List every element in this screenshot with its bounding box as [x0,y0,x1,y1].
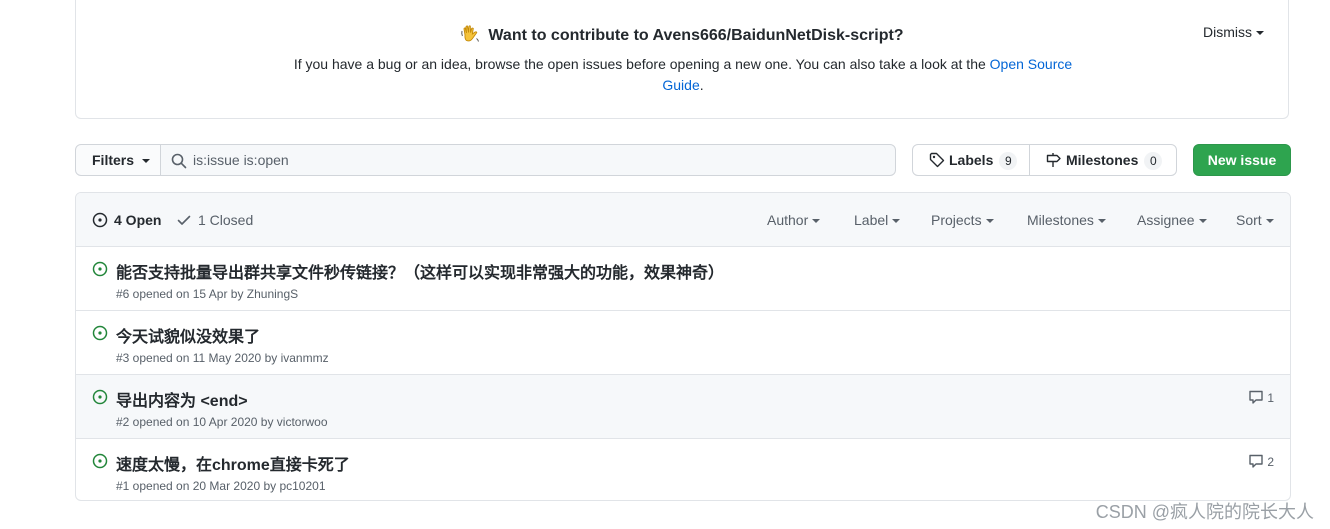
author-filter[interactable]: Author [767,212,821,228]
new-issue-button[interactable]: New issue [1193,144,1291,176]
issue-opened-icon [92,261,108,277]
comment-icon [1249,454,1264,468]
issues-list: 4 Open 1 Closed Author Label Projects Mi… [75,192,1291,501]
dismiss-label: Dismiss [1203,24,1252,40]
assignee-filter-label: Assignee [1137,212,1195,228]
milestone-icon [1046,153,1061,167]
comment-count: 1 [1267,391,1274,405]
assignee-filter[interactable]: Assignee [1137,212,1207,228]
filters-button[interactable]: Filters [75,144,161,176]
issue-opened-icon [92,212,108,228]
issue-title-link[interactable]: 导出内容为 <end> [116,387,248,411]
sort-filter-label: Sort [1236,212,1262,228]
issue-opened-icon [92,453,108,469]
contribute-banner: Want to contribute to Avens666/BaidunNet… [75,0,1289,119]
filters-label: Filters [92,152,135,168]
issue-opened-icon [92,325,108,341]
dismiss-button[interactable]: Dismiss [1203,24,1264,40]
comments-link[interactable]: 1 [1248,389,1274,405]
projects-filter-label: Projects [931,212,982,228]
issue-title-link[interactable]: 能否支持批量导出群共享文件秒传链接？（这样可以实现非常强大的功能，效果神奇） [116,259,724,283]
milestones-button[interactable]: Milestones 0 [1029,144,1177,176]
label-filter-label: Label [854,212,889,228]
sort-filter[interactable]: Sort [1236,212,1274,228]
milestones-label: Milestones [1066,152,1139,168]
issue-meta: #1 opened on 20 Mar 2020 by pc10201 [116,479,326,493]
caret-down-icon [1198,219,1207,224]
issue-meta: #3 opened on 11 May 2020 by ivanmmz [116,351,329,365]
banner-text-after-link: . [699,77,704,93]
issue-opened-icon [92,389,108,405]
banner-text-before-link: If you have a bug or an idea, browse the… [293,56,990,72]
labels-label: Labels [949,152,994,168]
issue-row: 速度太慢，在chrome直接卡死了 #1 opened on 20 Mar 20… [76,439,1290,500]
banner-description: If you have a bug or an idea, browse the… [276,54,1090,96]
issue-meta: #6 opened on 15 Apr by ZhuningS [116,287,299,301]
open-issues-tab[interactable]: 4 Open [92,212,161,228]
projects-filter[interactable]: Projects [931,212,994,228]
banner-title-text: Want to contribute to Avens666/BaidunNet… [488,27,904,44]
issue-title-link[interactable]: 速度太慢，在chrome直接卡死了 [116,451,350,475]
caret-down-icon [142,159,151,164]
comments-link[interactable]: 2 [1248,453,1274,469]
closed-count-label: 1 Closed [198,212,254,228]
search-bar [160,144,896,176]
issue-row: 能否支持批量导出群共享文件秒传链接？（这样可以实现非常强大的功能，效果神奇） #… [76,247,1290,311]
caret-down-icon [1256,31,1264,36]
milestones-filter-label: Milestones [1027,212,1094,228]
comment-icon [1249,390,1264,404]
watermark: CSDN @疯人院的院长大人 [1095,502,1314,522]
milestones-count-badge: 0 [1144,152,1163,170]
caret-down-icon [985,219,994,224]
issue-row: 导出内容为 <end> #2 opened on 10 Apr 2020 by … [76,375,1290,439]
search-input[interactable] [193,145,883,175]
open-count-label: 4 Open [114,212,162,228]
caret-down-icon [892,219,901,224]
check-icon [177,215,191,225]
caret-down-icon [1265,219,1274,224]
issue-meta: #2 opened on 10 Apr 2020 by victorwoo [116,415,328,429]
issues-list-header: 4 Open 1 Closed Author Label Projects Mi… [76,193,1290,247]
issue-row: 今天试貌似没效果了 #3 opened on 11 May 2020 by iv… [76,311,1290,375]
milestones-filter[interactable]: Milestones [1027,212,1106,228]
caret-down-icon [1097,219,1106,224]
labels-button[interactable]: Labels 9 [912,144,1030,176]
banner-title: Want to contribute to Avens666/BaidunNet… [76,24,1288,45]
closed-issues-tab[interactable]: 1 Closed [176,212,253,228]
issue-title-link[interactable]: 今天试貌似没效果了 [116,323,260,347]
search-icon [171,153,187,169]
comment-count: 2 [1267,455,1274,469]
label-filter[interactable]: Label [854,212,901,228]
waving-hand-icon [461,25,480,42]
caret-down-icon [812,219,821,224]
labels-count-badge: 9 [999,152,1018,170]
author-filter-label: Author [767,212,809,228]
tag-icon [929,152,945,168]
